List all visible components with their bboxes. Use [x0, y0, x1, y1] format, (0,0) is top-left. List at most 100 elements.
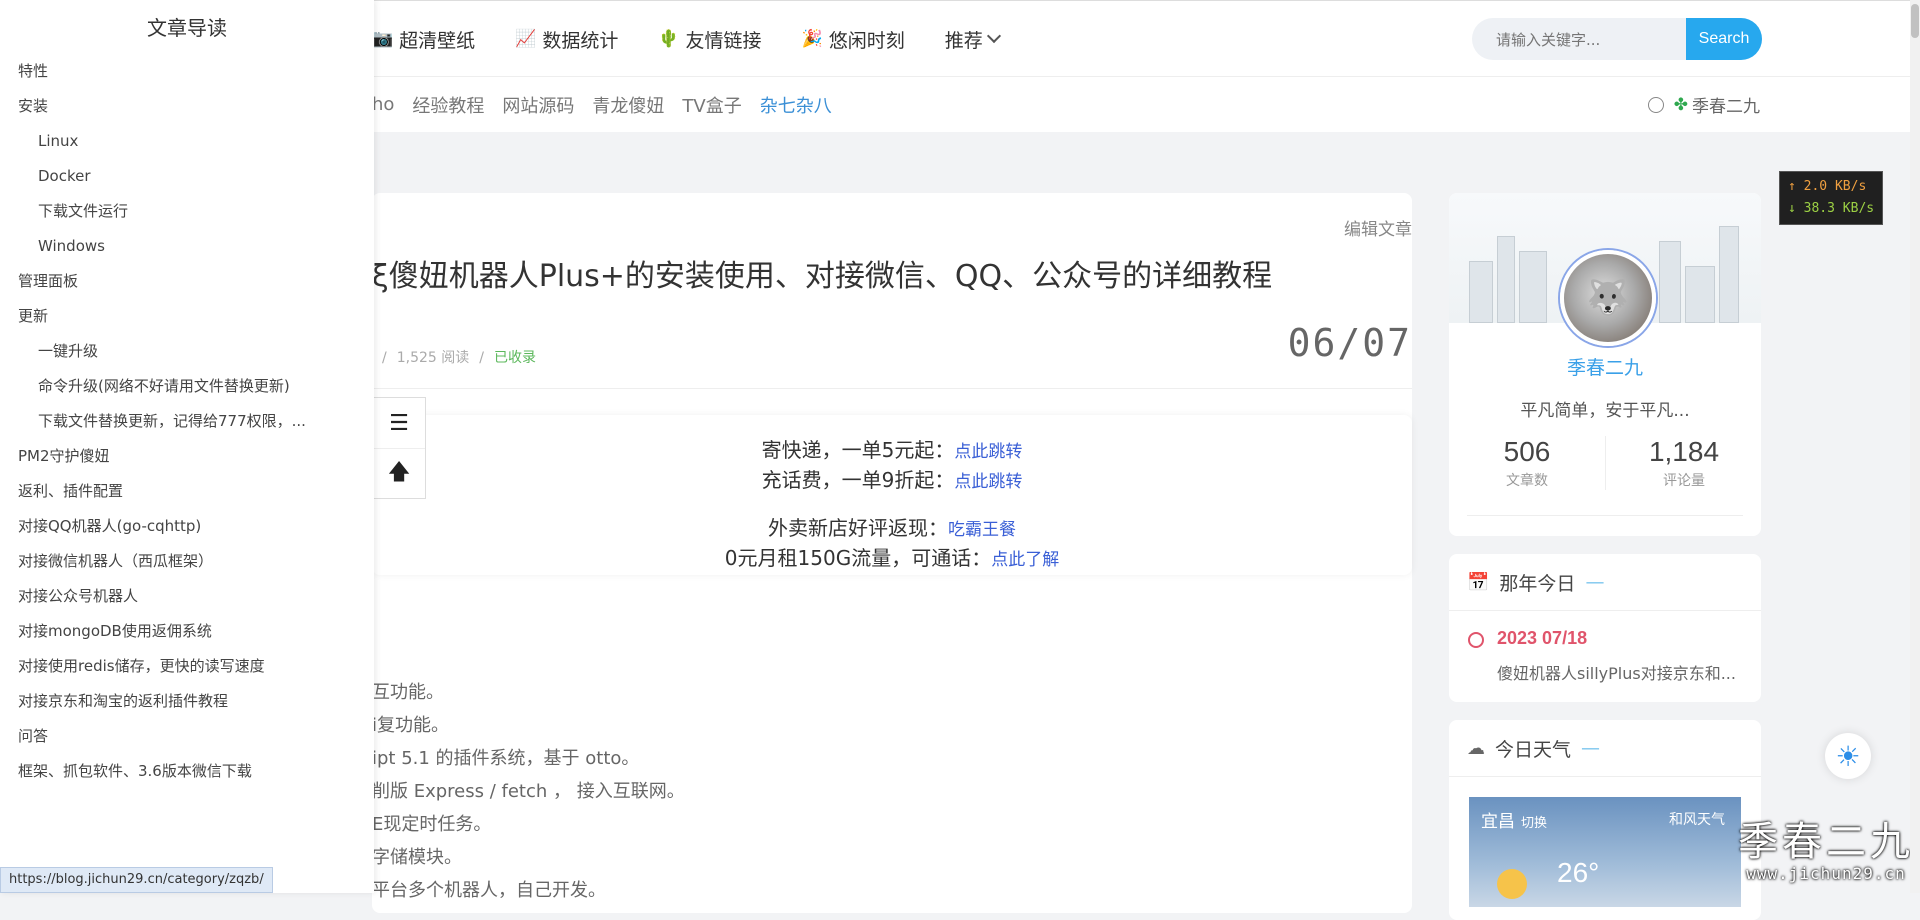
history-link[interactable]: 傻妞机器人sillyPlus对接京东和... [1497, 660, 1736, 684]
toc-item[interactable]: 对接使用redis储存，更快的读写速度 [0, 649, 374, 684]
toc-subitem[interactable]: 下载文件运行 [0, 194, 374, 229]
promo-link[interactable]: 点此了解 [991, 550, 1059, 570]
promo-line: 0元月租150G流量，可通话：点此了解 [372, 543, 1412, 575]
toc-item[interactable]: 管理面板 [0, 264, 374, 299]
profile-description: 平凡简单，安于平凡... [1520, 401, 1690, 421]
stat-comments: 1,184 评论量 [1605, 436, 1761, 490]
nav-item-wallpaper[interactable]: 📷 超清壁纸 [372, 26, 475, 53]
status-bar-url: https://blog.jichun29.cn/category/zqzb/ [0, 867, 273, 893]
category-item[interactable]: 网站源码 [502, 92, 574, 118]
arrow-up-icon: 🡅 [387, 460, 411, 485]
nav-item-recommend[interactable]: 推荐 [945, 26, 1001, 53]
title-dash: — [1581, 737, 1601, 759]
stat-label: 评论量 [1663, 473, 1705, 489]
promo-text: 0元月租150G流量，可通话： [724, 546, 992, 570]
promo-link[interactable]: 吃霸王餐 [948, 520, 1016, 540]
city-name: 宜昌 [1481, 812, 1515, 832]
category-item[interactable]: ho [372, 94, 394, 115]
toc-item[interactable]: 对接京东和淘宝的返利插件教程 [0, 684, 374, 719]
toc-subitem[interactable]: 下载文件替换更新，记得给777权限，... [0, 404, 374, 439]
watermark-url: www.jichun29.cn [1746, 864, 1906, 883]
toc-item[interactable]: 对接公众号机器人 [0, 579, 374, 614]
avatar-image: 🐺 [1586, 278, 1630, 318]
category-item[interactable]: TV盒子 [682, 92, 741, 118]
nav-item-leisure[interactable]: 🎉 悠闲时刻 [802, 26, 905, 53]
widget-header: ☁ 今日天气 — [1449, 720, 1761, 777]
banner-building [1469, 261, 1493, 323]
article-card: 编辑文章 ξ傻妞机器人Plus+的安装使用、对接微信、QQ、公众号的详细教程 /… [372, 193, 1412, 913]
sun-icon: ☀ [1835, 739, 1861, 773]
toc-subitem[interactable]: 命令升级(网络不好请用文件替换更新) [0, 369, 374, 404]
toc-item[interactable]: 更新 [0, 299, 374, 334]
cloud-icon: ☁ [1467, 737, 1485, 759]
feature-line: i复功能。 [372, 715, 450, 736]
toc-subitem[interactable]: Docker [0, 159, 374, 194]
promo-text: 寄快递，一单5元起： [761, 438, 955, 462]
promo-line: 寄快递，一单5元起：点此跳转 [372, 435, 1412, 467]
toc-item[interactable]: 特性 [0, 54, 374, 89]
toc-subitem[interactable]: Linux [0, 124, 374, 159]
toc-item[interactable]: 返利、插件配置 [0, 474, 374, 509]
search-input[interactable] [1472, 18, 1698, 60]
chevron-down-icon [986, 28, 1001, 44]
toc-item[interactable]: PM2守护傻妞 [0, 439, 374, 474]
promo-link[interactable]: 点此跳转 [954, 442, 1022, 462]
toc-item[interactable]: 对接QQ机器人(go-cqhttp) [0, 509, 374, 544]
category-nav: ho 经验教程 网站源码 青龙傻妞 TV盒子 杂七杂八 [372, 77, 850, 132]
read-count: 1,525 阅读 [396, 350, 470, 366]
stat-value: 506 [1503, 436, 1551, 467]
toc-item[interactable]: 安装 [0, 89, 374, 124]
cactus-icon: 🌵 [658, 29, 680, 49]
weather-city: 宜昌 切换 [1481, 807, 1547, 832]
search-box: Search [1472, 18, 1762, 60]
download-speed: ↓ 38.3 KB/s [1788, 201, 1875, 216]
edit-article-link[interactable]: 编辑文章 [1344, 215, 1412, 240]
theme-toggle-button[interactable]: ☀ [1825, 733, 1871, 779]
weather-widget: ☁ 今日天气 — 宜昌 切换 和风天气 26° [1449, 720, 1761, 920]
stat-posts: 506 文章数 [1449, 436, 1605, 490]
toc-panel: 文章导读 特性 安装 Linux Docker 下载文件运行 Windows 管… [0, 0, 374, 893]
article-date: 06/07 [1287, 321, 1412, 365]
divider [372, 388, 1412, 389]
promo-link[interactable]: 点此跳转 [954, 472, 1022, 492]
chart-icon: 📈 [515, 29, 537, 49]
nav-item-stats[interactable]: 📈 数据统计 [515, 26, 618, 53]
article-title: ξ傻妞机器人Plus+的安装使用、对接微信、QQ、公众号的详细教程 [372, 259, 1273, 294]
category-item[interactable]: 经验教程 [412, 92, 484, 118]
back-to-top-button[interactable]: 🡅 [373, 448, 425, 499]
profile-card: 🐺 季春二九 平凡简单，安于平凡... 506 文章数 1,184 评论量 [1449, 193, 1761, 536]
timeline-dot [1468, 632, 1484, 648]
history-widget: 📅 那年今日 — 2023 07/18 傻妞机器人sillyPlus对接京东和.… [1449, 554, 1761, 702]
toc-item[interactable]: 对接mongoDB使用返佣系统 [0, 614, 374, 649]
feature-line: 互功能。 [372, 682, 444, 703]
menu-button[interactable]: ☰ [373, 398, 425, 448]
banner-building [1719, 226, 1739, 323]
nav-item-links[interactable]: 🌵 友情链接 [658, 26, 761, 53]
weather-panel: 宜昌 切换 和风天气 26° [1469, 797, 1741, 907]
divider [1467, 515, 1743, 516]
page-scrollbar[interactable] [1910, 0, 1920, 893]
feature-line: 字储模块。 [372, 847, 462, 868]
category-item[interactable]: 青龙傻妞 [592, 92, 664, 118]
separator: / [382, 350, 387, 366]
switch-city-link[interactable]: 切换 [1521, 816, 1547, 831]
toc-item[interactable]: 框架、抓包软件、3.6版本微信下载 [0, 754, 374, 789]
indexed-badge: 已收录 [493, 350, 536, 366]
search-button[interactable]: Search [1686, 18, 1762, 60]
toc-subitem[interactable]: Windows [0, 229, 374, 264]
separator: / [479, 350, 484, 366]
toc-item[interactable]: 对接微信机器人（西瓜框架） [0, 544, 374, 579]
promo-box: 寄快递，一单5元起：点此跳转 充话费，一单9折起：点此跳转 外卖新店好评返现：吃… [372, 415, 1412, 575]
menu-icon: ☰ [389, 410, 409, 436]
toc-subitem[interactable]: 一键升级 [0, 334, 374, 369]
scrollbar-thumb[interactable] [1911, 4, 1919, 38]
party-icon: 🎉 [801, 29, 823, 49]
toc-item[interactable]: 问答 [0, 719, 374, 754]
feature-line: E现定时任务。 [372, 814, 492, 835]
category-item-active[interactable]: 杂七杂八 [760, 92, 832, 118]
avatar[interactable]: 🐺 [1560, 250, 1656, 346]
user-icon [1647, 96, 1664, 113]
profile-name[interactable]: 季春二九 [1449, 353, 1761, 380]
user-link[interactable]: ✤ 季春二九 [1647, 77, 1760, 132]
widget-title: 今日天气 [1495, 738, 1572, 761]
